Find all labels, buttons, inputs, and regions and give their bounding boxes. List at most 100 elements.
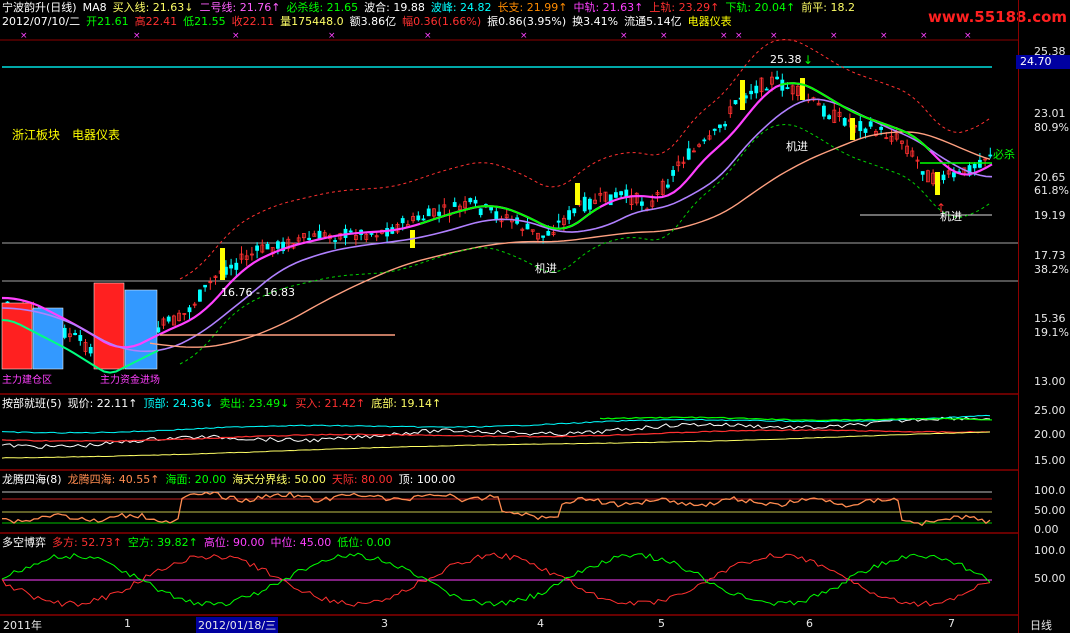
pane2-axis-label-0: 100.0 xyxy=(1034,484,1066,497)
pane3-axis-label-0: 100.0 xyxy=(1034,544,1066,557)
signal-jijin-2: 机进 xyxy=(786,140,808,153)
pane3-item-3: 中位: 45.00 xyxy=(270,536,332,549)
pane1-item-4: 底部: 19.14↑ xyxy=(371,397,442,410)
pane2-title: 龙腾四海(8) xyxy=(2,473,62,486)
date-axis-label-1: 1 xyxy=(124,617,131,630)
price-axis-label-2: 80.9% xyxy=(1034,121,1069,134)
top-marker-x: × xyxy=(735,31,743,41)
block-blue-2 xyxy=(124,289,158,370)
signal-bar xyxy=(935,172,940,195)
bottom-mid-zone-label: 主力资金进场 xyxy=(100,375,160,386)
pane1-item-3: 买入: 21.42↑ xyxy=(295,397,366,410)
signal-jijin-3: 机进 xyxy=(940,210,962,223)
candle-body xyxy=(203,284,208,288)
candle-body xyxy=(978,159,982,168)
top-marker-x: × xyxy=(964,31,972,41)
candle-body xyxy=(541,235,545,238)
candle-body xyxy=(333,240,338,242)
candle-body xyxy=(718,124,722,128)
range-label: 16.76 - 16.83 xyxy=(221,286,295,299)
candle-body xyxy=(952,172,956,178)
top-marker-x: × xyxy=(520,31,528,41)
candle-body xyxy=(452,202,457,207)
pane2-item-0: 龙腾四海: 40.55↑ xyxy=(67,473,160,486)
candle-body xyxy=(920,171,925,175)
pane3-title: 多空博弈 xyxy=(2,536,46,549)
signal-bar xyxy=(740,80,745,110)
candle-body xyxy=(972,163,977,169)
price-axis-label-8: 15.36 xyxy=(1034,312,1066,325)
candle-body xyxy=(88,346,93,354)
pane1-item-1: 顶部: 24.36↓ xyxy=(143,397,214,410)
pane3-header: 多空博弈 多方: 52.73↑ 空方: 39.82↑ 高位: 90.00 中位: 45.… xyxy=(2,536,397,550)
pane2-item-1: 海面: 20.00 xyxy=(165,473,227,486)
candle-body xyxy=(733,100,738,105)
candle-body xyxy=(525,223,530,230)
date-axis-label-7: 7 xyxy=(948,617,955,630)
date-axis-label-0: 2011年 xyxy=(3,619,42,632)
candle-body xyxy=(567,210,571,220)
candle-body xyxy=(234,262,239,270)
candle-body xyxy=(348,230,353,233)
pane1-item-0: 现价: 22.11↑ xyxy=(67,397,138,410)
candle-body xyxy=(941,174,946,181)
pane1-axis-label-0: 25.00 xyxy=(1034,404,1066,417)
candle-body xyxy=(478,208,483,216)
top-marker-x: × xyxy=(20,31,28,41)
pane1-axis-label-2: 15.00 xyxy=(1034,454,1066,467)
candle-body xyxy=(863,128,868,133)
candle-body xyxy=(62,327,67,338)
price-axis-label-4: 61.8% xyxy=(1034,184,1069,197)
candle-body xyxy=(556,220,561,223)
date-axis-label-4: 4 xyxy=(537,617,544,630)
pane1-price-line xyxy=(1,416,991,449)
top-marker-x: × xyxy=(133,31,141,41)
candle-body xyxy=(255,245,260,251)
candle-body xyxy=(78,335,83,341)
candle-body xyxy=(307,237,312,241)
candle-body xyxy=(749,90,753,95)
price-axis-label-6: 17.73 xyxy=(1034,249,1066,262)
signal-bar xyxy=(220,248,225,280)
pane1-title: 按部就班(5) xyxy=(2,397,62,410)
candle-body xyxy=(712,128,717,131)
pane2-item-3: 天际: 80.00 xyxy=(331,473,393,486)
pane3-item-4: 低位: 0.00 xyxy=(337,536,391,549)
candle-body xyxy=(754,85,759,94)
price-axis-label-3: 20.65 xyxy=(1034,171,1066,184)
candle-body xyxy=(842,118,847,126)
signal-bar xyxy=(850,118,855,140)
candle-body xyxy=(588,198,592,210)
green-down-arrow: ↓ xyxy=(803,53,813,67)
top-marker-x: × xyxy=(770,31,778,41)
pane2-item-2: 海天分界线: 50.00 xyxy=(232,473,326,486)
price-axis-label-10: 13.00 xyxy=(1034,375,1066,388)
price-axis-label-7: 38.2% xyxy=(1034,263,1069,276)
candle-body xyxy=(858,121,863,132)
ma-salmon-line xyxy=(149,131,991,348)
top-marker-x: × xyxy=(424,31,432,41)
candle-body xyxy=(827,115,831,120)
candle-body xyxy=(988,154,993,157)
period-label[interactable]: 日线 xyxy=(1030,617,1052,633)
date-axis-label-3: 3 xyxy=(381,617,388,630)
candle-body xyxy=(265,244,270,250)
pane1-header: 按部就班(5) 现价: 22.11↑ 顶部: 24.36↓ 卖出: 23.49↓ 买入:… xyxy=(2,397,447,411)
price-axis-label-1: 23.01 xyxy=(1034,107,1066,120)
top-marker-x: × xyxy=(720,31,728,41)
sector-label: 浙江板块 xyxy=(12,128,61,142)
pane2-dragon-line xyxy=(1,491,991,527)
candle-body xyxy=(166,316,171,322)
pane3-item-1: 空方: 39.82↑ xyxy=(127,536,198,549)
candle-body xyxy=(764,88,769,91)
candle-body xyxy=(473,199,478,204)
candle-body xyxy=(400,218,405,224)
pane3-axis-label-1: 50.00 xyxy=(1034,572,1066,585)
candle-body xyxy=(369,233,374,235)
candle-body xyxy=(640,201,644,206)
top-marker-x: × xyxy=(920,31,928,41)
candle-body xyxy=(785,87,790,89)
candle-body xyxy=(421,218,426,221)
pane1-axis-label-1: 20.00 xyxy=(1034,428,1066,441)
candle-body xyxy=(775,76,779,80)
